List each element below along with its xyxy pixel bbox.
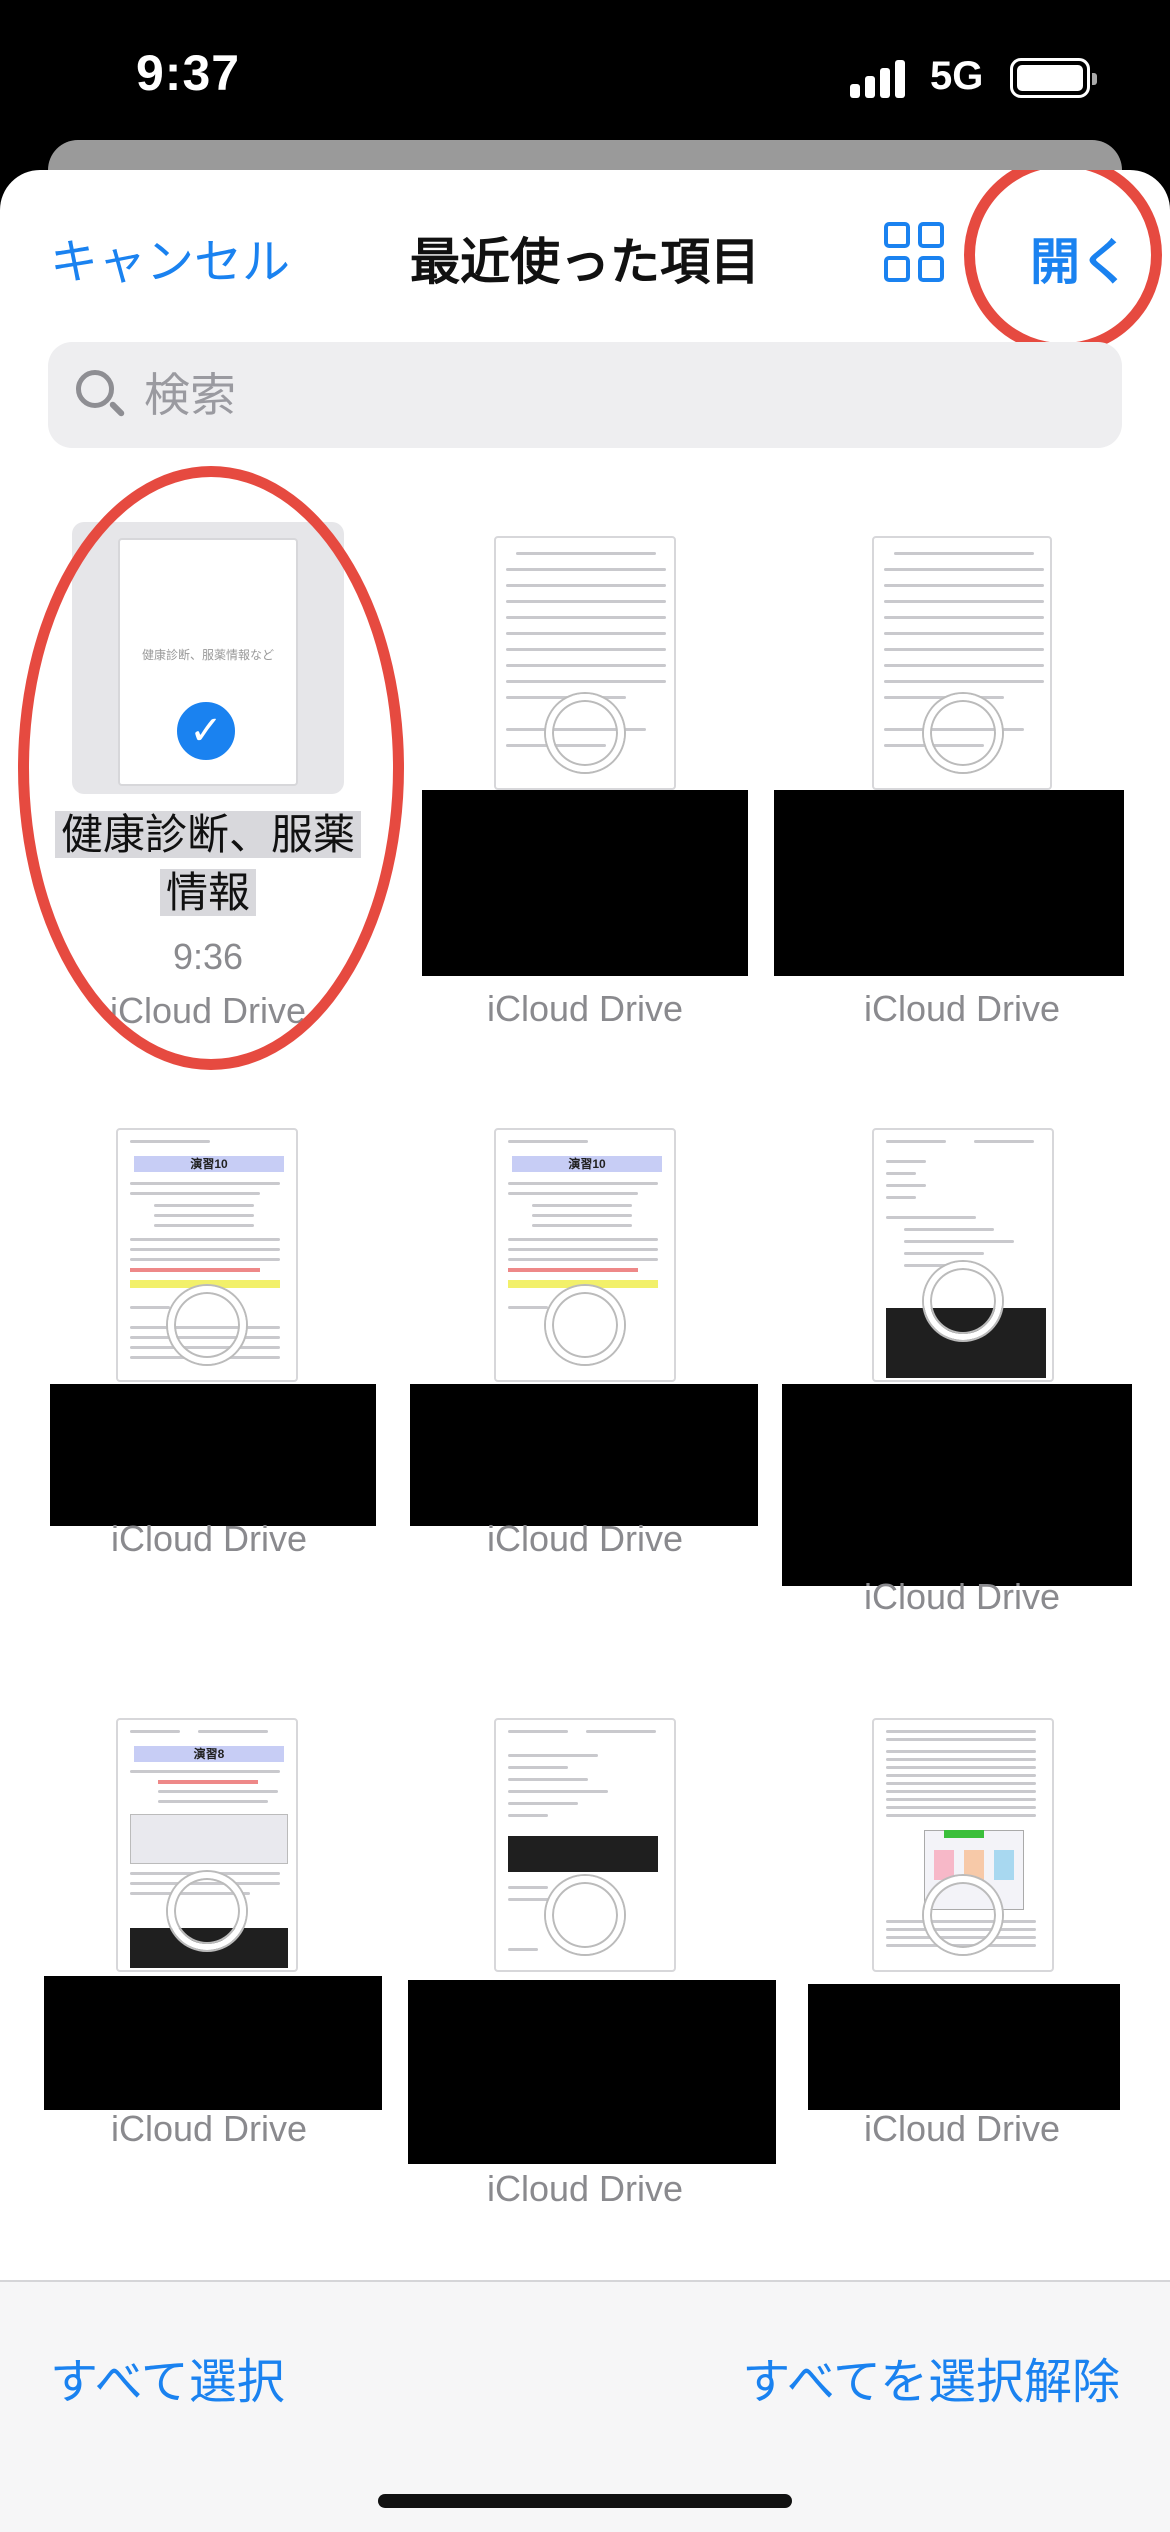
redacted-filename [774, 790, 1124, 976]
redacted-filename [44, 1976, 382, 2110]
redacted-filename [50, 1384, 376, 1526]
home-indicator[interactable] [378, 2494, 792, 2508]
open-button[interactable]: 開く [1030, 222, 1130, 294]
cancel-button[interactable]: キャンセル [50, 222, 290, 292]
file-location: iCloud Drive [110, 1518, 308, 1559]
file-location: iCloud Drive [863, 1576, 1061, 1617]
search-icon [72, 368, 126, 422]
file-name-line1: 健康診断、服薬 [54, 811, 361, 858]
file-thumbnail[interactable] [872, 536, 1052, 790]
search-bar[interactable] [48, 342, 1122, 448]
file-thumbnail[interactable]: 演習10 [116, 1128, 298, 1382]
document-heading: 演習10 [134, 1156, 284, 1172]
redacted-filename [808, 1984, 1120, 2110]
file-thumbnail[interactable]: 演習10 [494, 1128, 676, 1382]
battery-icon [1010, 58, 1097, 98]
search-input[interactable] [144, 362, 1044, 428]
file-location: iCloud Drive [486, 2168, 684, 2209]
status-time: 9:37 [136, 45, 241, 101]
file-picker-sheet: キャンセル 最近使った項目 開く 健康診断、服薬情報など ✓ 健康診断、服薬 情… [0, 170, 1170, 2532]
file-location: iCloud Drive [863, 2108, 1061, 2149]
file-name-line2: 情報 [159, 869, 256, 916]
file-location: iCloud Drive [109, 990, 307, 1031]
redacted-filename [408, 1980, 776, 2164]
file-thumbnail[interactable] [872, 1718, 1054, 1972]
network-type: 5G [930, 54, 984, 98]
redacted-filename [782, 1384, 1132, 1586]
deselect-all-button[interactable]: すべてを選択解除 [742, 2342, 1120, 2412]
file-location: iCloud Drive [110, 2108, 308, 2149]
redacted-filename [422, 790, 748, 976]
checkmark-icon: ✓ [173, 698, 239, 764]
file-location: iCloud Drive [863, 988, 1061, 1029]
select-all-button[interactable]: すべて選択 [50, 2342, 285, 2412]
file-thumbnail[interactable] [872, 1128, 1054, 1382]
redacted-filename [410, 1384, 758, 1526]
file-thumbnail[interactable]: 演習8 [116, 1718, 298, 1972]
file-time: 9:36 [172, 936, 244, 977]
file-name: 健康診断、服薬 情報 [30, 806, 386, 922]
file-location: iCloud Drive [486, 988, 684, 1029]
file-location: iCloud Drive [486, 1518, 684, 1559]
thumbnail-caption: 健康診断、服薬情報など [141, 648, 274, 662]
document-heading: 演習10 [512, 1156, 662, 1172]
file-thumbnail[interactable] [494, 536, 676, 790]
status-bar: 9:37 5G [0, 0, 1170, 150]
signal-icon [850, 58, 906, 98]
file-thumbnail[interactable] [494, 1718, 676, 1972]
grid-view-icon[interactable] [884, 222, 946, 284]
document-heading: 演習8 [134, 1746, 284, 1762]
